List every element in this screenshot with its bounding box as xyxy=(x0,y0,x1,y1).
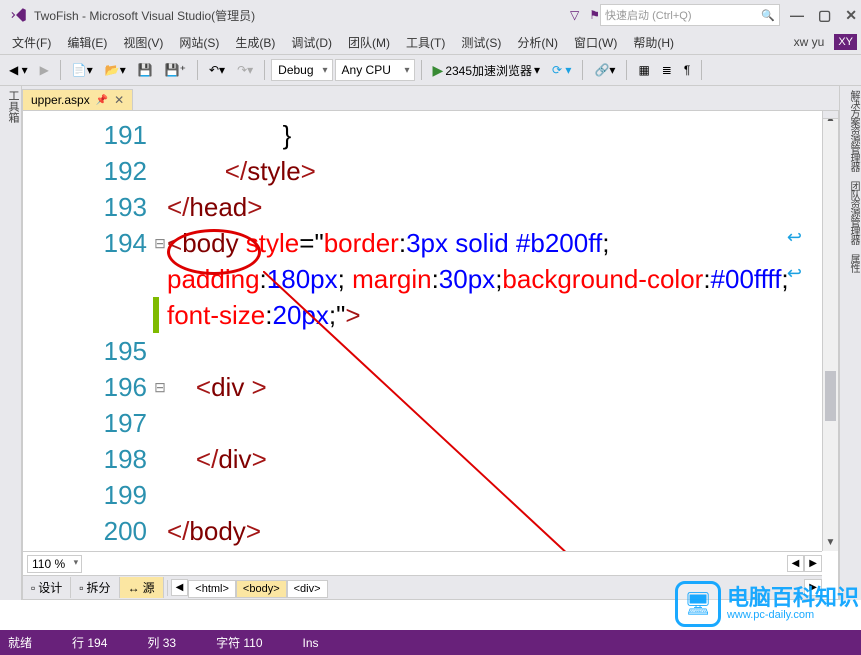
menu-item[interactable]: 帮助(H) xyxy=(625,36,682,50)
document-tab-label: upper.aspx xyxy=(31,93,90,107)
vertical-scrollbar[interactable]: ▲ ▼ xyxy=(822,111,838,551)
status-char: 字符 110 xyxy=(216,634,262,651)
split-view-button[interactable]: ▫ 拆分 xyxy=(71,577,119,598)
titlebar: TwoFish - Microsoft Visual Studio(管理员) ▽… xyxy=(0,0,861,30)
breadcrumb-nav-left[interactable]: ◀ xyxy=(171,579,189,596)
user-avatar-badge[interactable]: XY xyxy=(834,34,857,50)
maximize-button[interactable]: ▢ xyxy=(818,7,831,24)
minimize-button[interactable]: ― xyxy=(790,7,804,24)
redo-button[interactable]: ↷▾ xyxy=(232,60,258,80)
menu-item[interactable]: 测试(S) xyxy=(453,36,509,50)
word-wrap-glyph-icon: ↩ xyxy=(787,263,802,284)
save-all-button[interactable]: 💾⁺ xyxy=(160,60,191,80)
source-view-button[interactable]: ↔ 源 xyxy=(120,577,164,598)
view-switcher-bar: ▫ 设计 ▫ 拆分 ↔ 源 ◀ <html><body><div> ▶ xyxy=(23,575,822,599)
config-dropdown[interactable]: Debug xyxy=(271,59,332,81)
menu-item[interactable]: 视图(V) xyxy=(115,36,171,50)
open-file-button[interactable]: 📂▾ xyxy=(100,60,131,80)
status-ins: Ins xyxy=(303,636,319,650)
design-view-button[interactable]: ▫ 设计 xyxy=(23,577,71,598)
statusbar: 就绪 行 194 列 33 字符 110 Ins xyxy=(0,630,861,655)
status-line: 行 194 xyxy=(72,634,107,651)
tool-btn-1[interactable]: ▦ xyxy=(633,60,654,80)
main-toolbar: ◀ ▾ ▶ 📄▾ 📂▾ 💾 💾⁺ ↶▾ ↷▾ Debug Any CPU ▶ 2… xyxy=(0,54,861,86)
signed-in-user[interactable]: xw yu xyxy=(788,35,831,49)
quick-launch-input[interactable]: 快速启动 (Ctrl+Q) 🔍 xyxy=(600,4,780,26)
split-handle[interactable] xyxy=(823,111,838,119)
line-number-gutter: 191192193194195196197198199200201 xyxy=(23,111,153,551)
code-editor[interactable]: 191192193194195196197198199200201 ⊟⊟ } <… xyxy=(22,110,839,600)
menu-item[interactable]: 文件(F) xyxy=(4,36,59,50)
change-indicator xyxy=(153,297,159,333)
close-tab-icon[interactable]: ✕ xyxy=(114,93,124,107)
close-button[interactable]: ✕ xyxy=(845,7,857,24)
nav-fwd-button[interactable]: ▶ xyxy=(35,60,54,80)
undo-button[interactable]: ↶▾ xyxy=(204,60,230,80)
menu-item[interactable]: 生成(B) xyxy=(227,36,283,50)
pin-icon[interactable]: 📌 xyxy=(96,95,108,106)
breadcrumb-nav-right[interactable]: ▶ xyxy=(804,579,822,596)
status-ready: 就绪 xyxy=(8,634,32,651)
right-panels-collapsed[interactable]: 解决方案资源管理器 团队资源管理器 属性 xyxy=(839,86,861,600)
document-tab[interactable]: upper.aspx 📌 ✕ xyxy=(22,89,133,110)
toolbox-panel-collapsed[interactable]: 工具箱 xyxy=(0,86,22,600)
document-tab-well: upper.aspx 📌 ✕ xyxy=(22,86,839,110)
scroll-thumb[interactable] xyxy=(825,371,836,421)
browser-link-button[interactable]: 🔗▾ xyxy=(589,60,620,80)
tool-btn-3[interactable]: ¶ xyxy=(679,60,695,80)
vs-logo-icon xyxy=(10,6,28,24)
breadcrumb-item[interactable]: <div> xyxy=(287,580,328,598)
new-file-button[interactable]: 📄▾ xyxy=(67,60,98,80)
code-content[interactable]: } </style></head><body style="border:3px… xyxy=(167,111,822,551)
menu-item[interactable]: 团队(M) xyxy=(340,36,398,50)
zoom-bar: 110 % ◀ ▶ xyxy=(23,551,822,575)
menu-item[interactable]: 调试(D) xyxy=(283,36,340,50)
breadcrumb-item[interactable]: <body> xyxy=(236,580,287,598)
zoom-dropdown[interactable]: 110 % xyxy=(27,555,82,573)
quick-launch-placeholder: 快速启动 (Ctrl+Q) xyxy=(605,7,691,23)
status-col: 列 33 xyxy=(147,634,176,651)
menu-item[interactable]: 工具(T) xyxy=(398,36,453,50)
menu-item[interactable]: 网站(S) xyxy=(171,36,227,50)
menu-item[interactable]: 窗口(W) xyxy=(566,36,625,50)
window-title: TwoFish - Microsoft Visual Studio(管理员) xyxy=(34,7,255,24)
watermark-url: www.pc-daily.com xyxy=(727,609,859,621)
hscroll-left[interactable]: ◀ xyxy=(787,555,805,572)
search-icon: 🔍 xyxy=(761,9,775,22)
breadcrumb-item[interactable]: <html> xyxy=(188,580,236,598)
tool-btn-2[interactable]: ≣ xyxy=(657,60,677,80)
save-button[interactable]: 💾 xyxy=(133,60,158,80)
word-wrap-glyph-icon: ↩ xyxy=(787,227,802,248)
start-debug-button[interactable]: ▶ 2345加速浏览器 ▾ xyxy=(428,59,546,82)
menu-item[interactable]: 编辑(E) xyxy=(59,36,115,50)
menubar: 文件(F)编辑(E)视图(V)网站(S)生成(B)调试(D)团队(M)工具(T)… xyxy=(0,30,861,54)
feedback-icon[interactable]: ⚑ xyxy=(589,8,600,22)
hscroll-right[interactable]: ▶ xyxy=(804,555,822,572)
menu-item[interactable]: 分析(N) xyxy=(509,36,566,50)
notification-icon[interactable]: ▽ xyxy=(570,8,579,22)
nav-back-button[interactable]: ◀ ▾ xyxy=(4,60,33,80)
scroll-down-arrow[interactable]: ▼ xyxy=(823,535,838,551)
platform-dropdown[interactable]: Any CPU xyxy=(335,59,415,81)
refresh-button[interactable]: ⟳ ▾ xyxy=(547,60,576,80)
